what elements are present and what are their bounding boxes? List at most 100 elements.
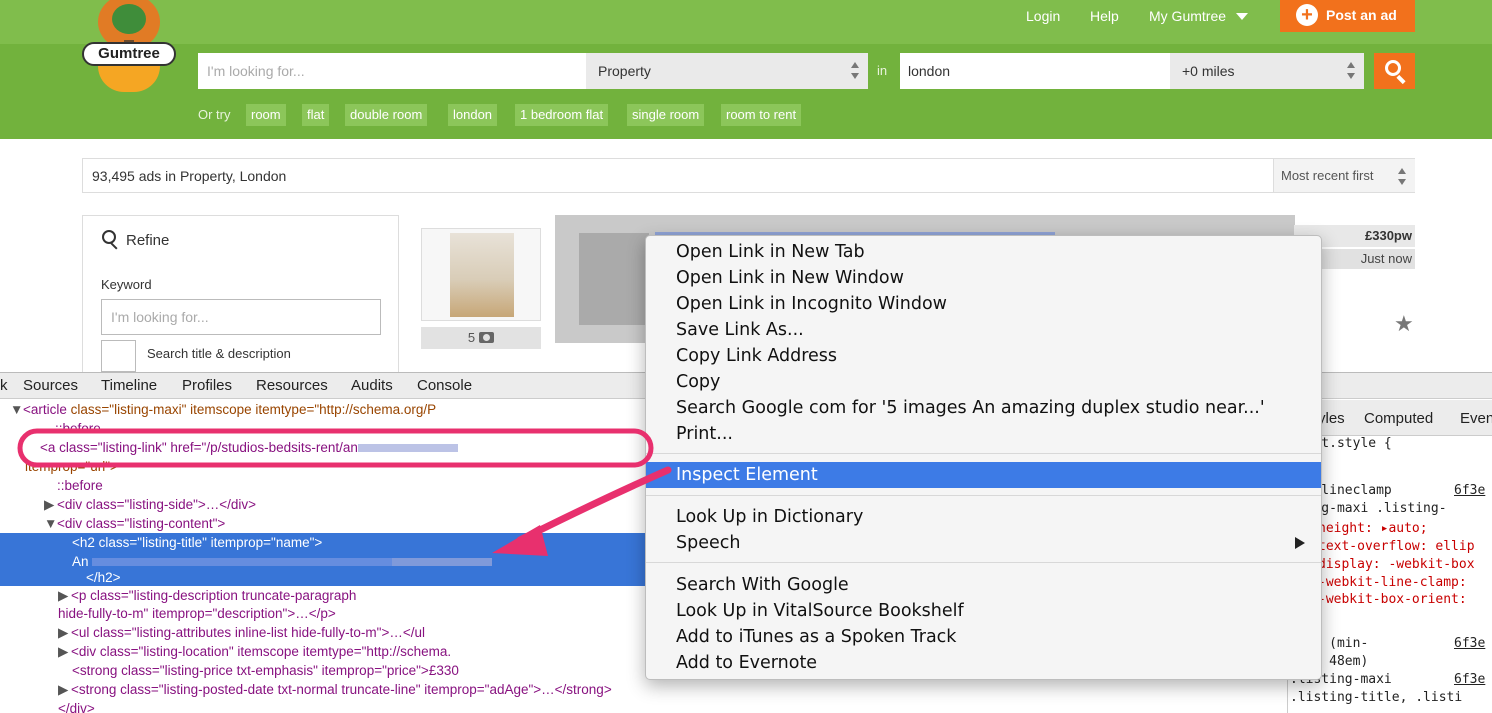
help-link[interactable]: Help [1090, 8, 1119, 24]
keyword-label: Keyword [101, 277, 152, 292]
tab-timeline[interactable]: Timeline [101, 377, 157, 394]
location-input[interactable] [900, 53, 1170, 89]
post-ad-button[interactable]: + Post an ad [1280, 0, 1415, 32]
css-selector[interactable]: .listing-title, .listi [1290, 690, 1462, 705]
tab-network[interactable]: k [0, 377, 8, 394]
css-property[interactable]: text-overflow: ellip [1318, 539, 1475, 554]
menu-item-save-link-as[interactable]: Save Link As... [646, 317, 1321, 343]
gumtree-logo[interactable]: Gumtree [80, 0, 178, 96]
site-header: Gumtree Login Help My Gumtree + Post an … [0, 0, 1492, 139]
menu-separator [646, 453, 1321, 454]
select-arrows-icon [1398, 167, 1407, 187]
dom-line-article[interactable]: ▼<article class="listing-maxi" itemscope… [0, 400, 436, 419]
tab-computed[interactable]: Computed [1364, 410, 1433, 427]
tab-sources[interactable]: Sources [23, 377, 78, 394]
menu-item-copy-link-address[interactable]: Copy Link Address [646, 343, 1321, 369]
dom-line-price[interactable]: <strong class="listing-price txt-emphasi… [72, 661, 459, 680]
menu-item-look-up-dictionary[interactable]: Look Up in Dictionary [646, 504, 1321, 530]
sort-value: Most recent first [1281, 168, 1374, 183]
category-select[interactable]: Property [586, 53, 868, 89]
dom-line-description-cont[interactable]: hide-fully-to-m" itemprop="description">… [58, 604, 336, 623]
css-property[interactable]: display: -webkit-box [1318, 557, 1475, 572]
menu-separator [646, 562, 1321, 563]
dom-line-posted-date[interactable]: ▶ <strong class="listing-posted-date txt-… [58, 680, 612, 699]
css-property[interactable]: -webkit-box-orient: [1318, 592, 1467, 607]
login-link[interactable]: Login [1026, 8, 1060, 24]
menu-item-vitalsource[interactable]: Look Up in VitalSource Bookshelf [646, 598, 1321, 624]
css-property[interactable]: -webkit-line-clamp: [1318, 575, 1467, 590]
in-label: in [877, 63, 888, 78]
search-button[interactable] [1374, 53, 1415, 89]
dom-line-h2[interactable]: <h2 class="listing-title" itemprop="name… [72, 533, 322, 552]
menu-item-open-new-window[interactable]: Open Link in New Window [646, 265, 1321, 291]
search-input[interactable] [198, 53, 586, 89]
suggestion-chip[interactable]: double room [345, 104, 428, 126]
tab-resources[interactable]: Resources [256, 377, 328, 394]
dom-line-h2-text[interactable]: An [72, 552, 493, 571]
photo-count-value: 5 [467, 330, 476, 345]
css-source-link[interactable]: 6f3e [1454, 672, 1485, 687]
photo-count: 5 [421, 327, 541, 349]
tab-console[interactable]: Console [417, 377, 472, 394]
menu-item-print[interactable]: Print... [646, 421, 1321, 447]
css-property[interactable]: height: ▸auto; [1318, 521, 1428, 536]
keyword-input[interactable] [101, 299, 381, 335]
plus-icon: + [1296, 4, 1318, 26]
menu-item-copy[interactable]: Copy [646, 369, 1321, 395]
refine-panel: Refine Keyword Search title & descriptio… [82, 215, 399, 375]
post-ad-label: Post an ad [1326, 7, 1397, 23]
dom-line-div-close[interactable]: </div> [58, 699, 95, 713]
results-bar: 93,495 ads in Property, London Most rece… [82, 158, 1415, 193]
favourite-star-icon[interactable]: ★ [1394, 313, 1414, 335]
menu-separator [646, 495, 1321, 496]
suggestion-chip[interactable]: london [448, 104, 498, 126]
menu-item-speech-label: Speech [676, 533, 741, 553]
or-try-label: Or try [198, 107, 231, 122]
select-arrows-icon [1347, 61, 1356, 81]
search-icon [102, 230, 116, 244]
suggestion-chip[interactable]: room [246, 104, 286, 126]
suggestion-chip[interactable]: single room [627, 104, 705, 126]
context-menu: Open Link in New Tab Open Link in New Wi… [645, 235, 1322, 680]
tab-audits[interactable]: Audits [351, 377, 393, 394]
select-arrows-icon [851, 61, 860, 81]
dom-line-itemprop[interactable]: itemprop="url"> [25, 457, 118, 476]
dom-line-listing-side[interactable]: ▶ <div class="listing-side">…</div> [44, 495, 256, 514]
blurred-image [579, 233, 649, 325]
title-description-checkbox[interactable] [101, 340, 136, 372]
my-gumtree-link[interactable]: My Gumtree [1149, 8, 1226, 24]
menu-item-inspect-element[interactable]: Inspect Element [646, 462, 1321, 488]
results-count: 93,495 ads in Property, London [92, 168, 287, 184]
tab-event-listeners[interactable]: Even [1460, 410, 1492, 427]
menu-item-open-new-tab[interactable]: Open Link in New Tab [646, 239, 1321, 265]
distance-value: +0 miles [1182, 63, 1235, 79]
suggestion-chip[interactable]: 1 bedroom flat [515, 104, 609, 126]
distance-select[interactable]: +0 miles [1170, 53, 1364, 89]
menu-item-speech[interactable]: Speech [646, 530, 1321, 556]
header-top-bar [0, 0, 1492, 44]
logo-text: Gumtree [82, 42, 176, 66]
dom-line-location[interactable]: ▶ <div class="listing-location" itemscope… [58, 642, 451, 661]
dom-line-h2-close[interactable]: </h2> [86, 568, 121, 587]
menu-item-itunes[interactable]: Add to iTunes as a Spoken Track [646, 624, 1321, 650]
menu-item-search-with-google[interactable]: Search With Google [646, 572, 1321, 598]
dom-line-listing-content[interactable]: ▼<div class="listing-content"> [44, 514, 225, 533]
css-source-link[interactable]: 6f3e [1454, 483, 1485, 498]
tab-profiles[interactable]: Profiles [182, 377, 232, 394]
dom-line-description[interactable]: ▶ <p class="listing-description truncate-… [58, 586, 356, 605]
css-source-link[interactable]: 6f3e [1454, 636, 1485, 651]
menu-item-evernote[interactable]: Add to Evernote [646, 650, 1321, 676]
category-value: Property [598, 63, 651, 79]
dom-line-before[interactable]: ::before [55, 419, 101, 438]
chevron-down-icon[interactable] [1236, 13, 1248, 20]
dom-line-link[interactable]: <a class="listing-link" href="/p/studios… [40, 438, 458, 457]
suggestion-chip[interactable]: room to rent [721, 104, 802, 126]
tab-styles[interactable]: yles [1318, 410, 1345, 427]
listing-thumbnail[interactable] [421, 228, 541, 321]
dom-line-before-2[interactable]: ::before [57, 476, 103, 495]
suggestion-chip[interactable]: flat [302, 104, 330, 126]
dom-line-attributes[interactable]: ▶ <ul class="listing-attributes inline-li… [58, 623, 425, 642]
menu-item-open-incognito[interactable]: Open Link in Incognito Window [646, 291, 1321, 317]
menu-item-search-google[interactable]: Search Google com for '5 images An amazi… [646, 395, 1321, 421]
sort-select[interactable]: Most recent first [1273, 159, 1415, 192]
